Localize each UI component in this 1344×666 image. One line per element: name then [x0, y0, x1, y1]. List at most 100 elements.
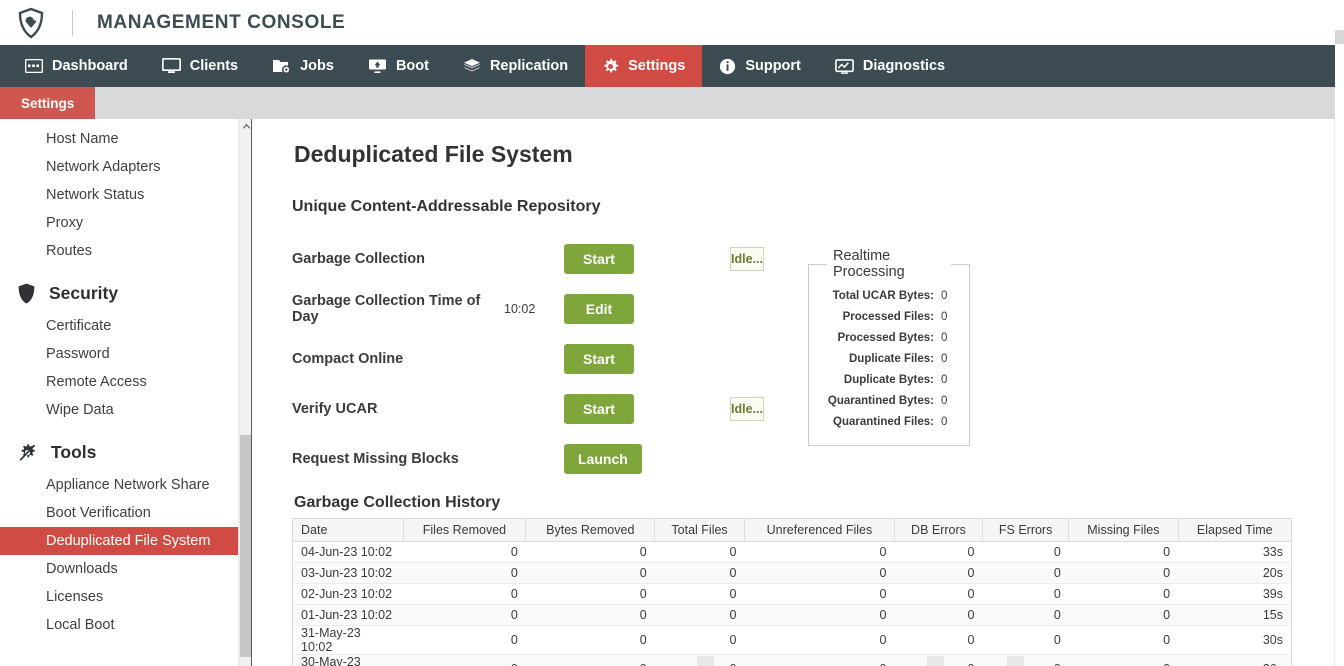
realtime-stat-row: Processed Bytes: 0 — [823, 328, 951, 349]
realtime-stat-row: Quarantined Files: 0 — [823, 412, 951, 433]
stat-key: Quarantined Bytes: — [827, 395, 934, 407]
cell-fs-errors: 0 — [982, 654, 1069, 666]
sidebar-item-proxy[interactable]: Proxy — [0, 209, 252, 237]
action-row-request-missing-blocks: Request Missing Blocks Launch — [292, 434, 762, 484]
column-header-unreferenced-files[interactable]: Unreferenced Files — [744, 519, 896, 542]
nav-label: Clients — [189, 58, 239, 74]
nav-item-replication[interactable]: Replication — [446, 45, 585, 87]
nav-item-support[interactable]: Support — [702, 45, 818, 87]
brand-divider — [72, 9, 73, 36]
sidebar-item-deduplicated-file-system[interactable]: Deduplicated File System — [0, 527, 252, 555]
stat-value: 0 — [941, 290, 948, 302]
cell-db-errors: 0 — [894, 541, 983, 563]
sidebar-item-remote-access[interactable]: Remote Access — [0, 368, 252, 396]
realtime-processing-panel: Realtime Processing Total UCAR Bytes: 0 … — [808, 248, 970, 446]
cell-unreferenced-files: 0 — [744, 625, 895, 655]
sidebar-group-label: Tools — [51, 442, 97, 462]
request-missing-blocks-launch-button[interactable]: Launch — [564, 444, 642, 474]
table-header: Date Files Removed Bytes Removed Total F… — [293, 519, 1291, 542]
sidebar-item-certificate[interactable]: Certificate — [0, 312, 252, 340]
cell-bytes-removed: 0 — [525, 654, 655, 666]
nav-item-settings[interactable]: Settings — [585, 45, 703, 87]
cell-total-files: 0 — [654, 562, 745, 584]
sidebar-item-network-status[interactable]: Network Status — [0, 181, 252, 209]
page-scrollbar-thumb[interactable] — [1335, 30, 1344, 44]
garbage-collection-start-button[interactable]: Start — [564, 244, 634, 274]
column-header-elapsed-time[interactable]: Elapsed Time — [1178, 519, 1291, 542]
table-row[interactable]: 02-Jun-23 10:02 0 0 0 0 0 0 0 39s — [293, 583, 1291, 605]
subbar-tab-settings[interactable]: Settings — [0, 87, 96, 119]
stat-key: Quarantined Files: — [833, 416, 934, 428]
sidebar-scrollbar[interactable] — [238, 119, 252, 666]
cell-elapsed-time: 30s — [1178, 625, 1291, 655]
cell-date: 01-Jun-23 10:02 — [293, 604, 403, 626]
column-header-fs-errors[interactable]: FS Errors — [982, 519, 1070, 542]
realtime-stat-row: Duplicate Bytes: 0 — [823, 370, 951, 391]
action-button-wrap: Start — [564, 244, 682, 274]
tools-gear-icon — [18, 443, 37, 462]
table-row[interactable]: 01-Jun-23 10:02 0 0 0 0 0 0 0 15s — [293, 604, 1291, 626]
action-button-wrap: Start — [564, 394, 682, 424]
cell-elapsed-time: 33s — [1178, 541, 1291, 563]
compact-online-start-button[interactable]: Start — [564, 344, 634, 374]
gc-time-of-day-edit-button[interactable]: Edit — [564, 294, 634, 324]
garbage-collection-history-table: Date Files Removed Bytes Removed Total F… — [293, 519, 1291, 666]
sidebar-item-local-boot[interactable]: Local Boot — [0, 611, 252, 639]
stat-value: 0 — [941, 416, 948, 428]
column-header-bytes-removed[interactable]: Bytes Removed — [525, 519, 656, 542]
main-content: Deduplicated File System Unique Content-… — [252, 119, 1344, 666]
sidebar-group-tools: Tools — [0, 424, 252, 471]
column-header-date[interactable]: Date — [293, 519, 404, 542]
sidebar-item-appliance-network-share[interactable]: Appliance Network Share — [0, 471, 252, 499]
action-button-wrap: Edit — [564, 294, 682, 324]
table-row[interactable]: 03-Jun-23 10:02 0 0 0 0 0 0 0 20s — [293, 562, 1291, 584]
cell-unreferenced-files: 0 — [744, 583, 895, 605]
sidebar-item-network-adapters[interactable]: Network Adapters — [0, 153, 252, 181]
cell-total-files: 0 — [654, 604, 745, 626]
column-header-missing-files[interactable]: Missing Files — [1068, 519, 1179, 542]
ucar-panel: Garbage Collection Start Idle... Garbage… — [292, 234, 1314, 484]
cell-bytes-removed: 0 — [525, 604, 655, 626]
nav-item-diagnostics[interactable]: Diagnostics — [818, 45, 962, 87]
column-header-db-errors[interactable]: DB Errors — [894, 519, 983, 542]
sidebar-item-routes[interactable]: Routes — [0, 237, 252, 265]
sidebar-item-password[interactable]: Password — [0, 340, 252, 368]
cell-date: 31-May-23 10:02 — [293, 625, 403, 655]
column-header-files-removed[interactable]: Files Removed — [403, 519, 527, 542]
sidebar-item-boot-verification[interactable]: Boot Verification — [0, 499, 252, 527]
verify-ucar-start-button[interactable]: Start — [564, 394, 634, 424]
action-row-garbage-collection: Garbage Collection Start Idle... — [292, 234, 764, 284]
info-icon — [719, 58, 736, 75]
cell-unreferenced-files: 0 — [744, 562, 895, 584]
stat-key: Processed Files: — [842, 311, 934, 323]
stat-value: 0 — [941, 332, 948, 344]
cell-date: 02-Jun-23 10:02 — [293, 583, 403, 605]
sidebar-item-downloads[interactable]: Downloads — [0, 555, 252, 583]
action-label: Request Missing Blocks — [292, 451, 459, 467]
sidebar-item-host-name[interactable]: Host Name — [0, 125, 252, 153]
action-label: Garbage Collection Time of Day — [292, 293, 481, 325]
nav-label: Dashboard — [52, 58, 128, 74]
cell-db-errors: 0 — [894, 625, 983, 655]
table-row[interactable]: 31-May-23 10:02 0 0 0 0 0 0 0 30s — [293, 625, 1291, 655]
action-button-wrap: Start — [564, 344, 682, 374]
cloud-shield-icon — [14, 6, 48, 40]
nav-item-clients[interactable]: Clients — [145, 45, 255, 87]
cell-db-errors: 0 — [894, 604, 983, 626]
cell-files-removed: 0 — [403, 654, 526, 666]
table-row[interactable]: 04-Jun-23 10:02 0 0 0 0 0 0 0 33s — [293, 541, 1291, 563]
table-row[interactable]: 30-May-23 10:02 0 0 0 0 0 0 0 36s — [293, 654, 1291, 666]
sidebar-item-wipe-data[interactable]: Wipe Data — [0, 396, 252, 424]
nav-label: Jobs — [300, 58, 334, 74]
sidebar-item-licenses[interactable]: Licenses — [0, 583, 252, 611]
nav-item-dashboard[interactable]: Dashboard — [8, 45, 145, 87]
action-label: Garbage Collection — [292, 251, 425, 267]
action-label: Verify UCAR — [292, 401, 378, 417]
cell-missing-files: 0 — [1068, 541, 1179, 563]
column-header-total-files[interactable]: Total Files — [654, 519, 745, 542]
page-scrollbar[interactable] — [1335, 0, 1344, 666]
nav-item-jobs[interactable]: Jobs — [255, 45, 351, 87]
cell-unreferenced-files: 0 — [744, 654, 895, 666]
cell-db-errors: 0 — [894, 562, 983, 584]
nav-item-boot[interactable]: Boot — [351, 45, 446, 87]
